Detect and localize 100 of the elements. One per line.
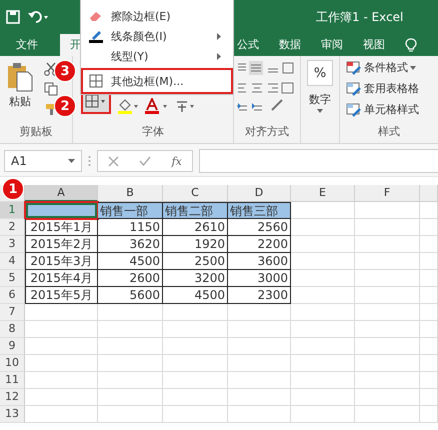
empty-cell: [291, 236, 355, 253]
empty-cell: [355, 236, 420, 253]
empty-cell: [291, 338, 355, 355]
empty-cell: [98, 355, 163, 372]
empty-cell: [98, 372, 163, 389]
empty-cell: [420, 287, 438, 304]
grip-icon: [88, 155, 91, 167]
dropdown-icon[interactable]: [317, 109, 323, 113]
empty-cell: [355, 219, 420, 236]
table-cell: 3000: [228, 270, 291, 287]
column-header[interactable]: A: [25, 185, 98, 202]
empty-cell: [355, 406, 420, 423]
empty-cell: [355, 321, 420, 338]
row-header[interactable]: 8: [0, 321, 25, 338]
percent-button[interactable]: %: [307, 60, 333, 86]
column-header[interactable]: D: [228, 185, 291, 202]
empty-cell: [228, 389, 291, 406]
menu-item[interactable]: 其他边框(M)...: [81, 68, 233, 94]
table-cell: 1920: [163, 236, 228, 253]
style-command[interactable]: 单元格样式: [346, 102, 438, 117]
empty-cell: [98, 406, 163, 423]
row-header[interactable]: 13: [0, 406, 25, 423]
column-header[interactable]: C: [163, 185, 228, 202]
row-header[interactable]: 10: [0, 355, 25, 372]
group-label: 剪贴板: [18, 124, 54, 140]
empty-cell: [420, 406, 438, 423]
column-header[interactable]: F: [355, 185, 420, 202]
table-cell: 5600: [98, 287, 163, 304]
row-header[interactable]: 12: [0, 389, 25, 406]
empty-cell: [355, 270, 420, 287]
row-header[interactable]: 2: [0, 219, 25, 236]
empty-cell: [291, 270, 355, 287]
table-cell: 销售三部: [228, 202, 291, 219]
table-cell: 1150: [98, 219, 163, 236]
empty-cell: [420, 253, 438, 270]
name-box[interactable]: A1: [4, 150, 82, 172]
row-header[interactable]: 4: [0, 253, 25, 270]
empty-cell: [420, 304, 438, 321]
table-cell: 2015年3月: [25, 253, 98, 270]
table-cell: 2015年1月: [25, 219, 98, 236]
ribbon-tab[interactable]: 审阅: [311, 34, 353, 56]
formula-input[interactable]: [199, 149, 438, 173]
empty-cell: [291, 372, 355, 389]
row-header[interactable]: 1: [0, 202, 25, 219]
empty-cell: [228, 321, 291, 338]
table-cell: 3200: [163, 270, 228, 287]
column-header[interactable]: E: [291, 185, 355, 202]
copy-icon[interactable]: [44, 82, 58, 96]
style-command[interactable]: 条件格式: [346, 60, 438, 75]
empty-cell: [291, 304, 355, 321]
lightbulb-icon[interactable]: [405, 38, 417, 52]
column-header[interactable]: B: [98, 185, 163, 202]
row-header[interactable]: 3: [0, 236, 25, 253]
undo-icon[interactable]: [28, 10, 50, 24]
empty-cell: [355, 372, 420, 389]
table-cell: 4500: [163, 287, 228, 304]
row-header[interactable]: 6: [0, 287, 25, 304]
save-icon[interactable]: [6, 10, 20, 24]
empty-cell: [291, 287, 355, 304]
ribbon-tab[interactable]: 数据: [269, 34, 311, 56]
empty-cell: [420, 219, 438, 236]
empty-cell: [228, 372, 291, 389]
empty-cell: [355, 389, 420, 406]
empty-cell: [420, 321, 438, 338]
empty-cell: [420, 338, 438, 355]
scissors-icon[interactable]: [44, 62, 58, 76]
dropdown-icon[interactable]: [410, 66, 416, 70]
group-label: 样式: [377, 124, 401, 140]
row-header[interactable]: 7: [0, 304, 25, 321]
empty-cell: [163, 406, 228, 423]
empty-cell: [291, 389, 355, 406]
empty-cell: [163, 389, 228, 406]
empty-cell: [163, 321, 228, 338]
ribbon-tab[interactable]: 文件: [6, 34, 48, 56]
font-color-icon[interactable]: [145, 98, 169, 114]
paste-button[interactable]: 粘贴: [0, 56, 36, 124]
row-header[interactable]: 11: [0, 372, 25, 389]
insert-function-button[interactable]: fx: [172, 154, 182, 168]
table-cell: 2500: [163, 253, 228, 270]
table-cell: 4500: [98, 253, 163, 270]
eraser-icon: [89, 10, 103, 22]
window-title: 工作簿1 - Excel: [316, 8, 404, 26]
row-header[interactable]: 5: [0, 270, 25, 287]
fill-color-icon[interactable]: [117, 98, 139, 114]
empty-cell: [291, 406, 355, 423]
clipboard-icon: [6, 62, 34, 92]
empty-cell: [420, 270, 438, 287]
table-style-icon: [346, 102, 362, 116]
empty-cell: [228, 338, 291, 355]
number-format-button[interactable]: 数字: [309, 92, 331, 107]
table-cell: 销售一部: [98, 202, 163, 219]
style-command[interactable]: 套用表格格: [346, 81, 438, 96]
grid-icon: [89, 74, 103, 88]
menu-item[interactable]: 擦除边框(E): [81, 6, 233, 26]
row-header[interactable]: 9: [0, 338, 25, 355]
empty-cell: [163, 338, 228, 355]
empty-cell: [98, 321, 163, 338]
ribbon-tab[interactable]: 视图: [353, 34, 395, 56]
empty-cell: [228, 304, 291, 321]
table-cell: 2015年5月: [25, 287, 98, 304]
